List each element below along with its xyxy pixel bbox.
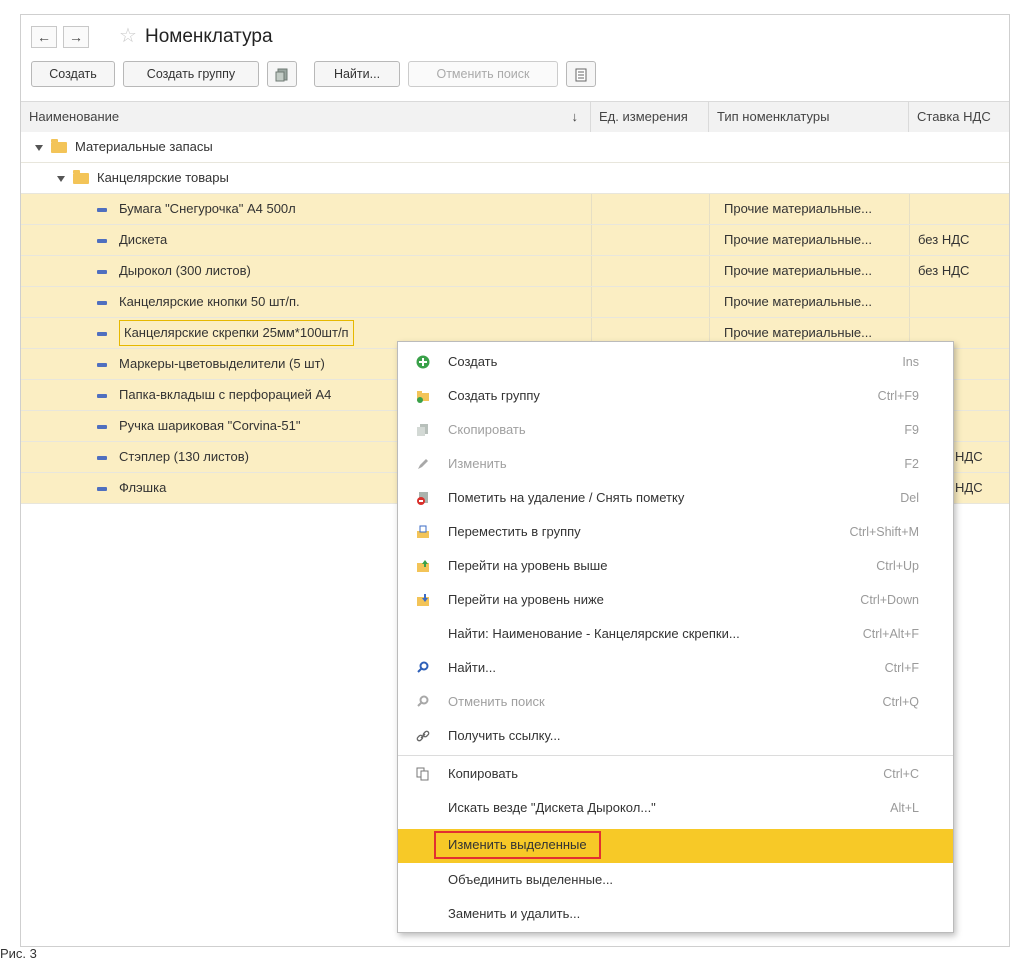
page-title: Номенклатура: [145, 26, 273, 47]
copy-doc-icon: [275, 68, 288, 82]
item-icon: [97, 331, 107, 336]
move-to-group-icon: [417, 525, 429, 538]
item-name: Канцелярские кнопки 50 шт/п.: [119, 294, 300, 309]
context-menu: Создать Ins Создать группу Ctrl+F9 Скопиро…: [397, 341, 954, 933]
pencil-icon: [418, 459, 428, 469]
item-icon: [97, 424, 107, 429]
menu-item-merge-selected[interactable]: Объединить выделенные...: [398, 863, 953, 897]
menu-item-level-up[interactable]: Перейти на уровень выше Ctrl+Up: [398, 549, 953, 583]
menu-item-replace-delete[interactable]: Заменить и удалить...: [398, 897, 953, 931]
plus-circle-icon: [416, 355, 430, 369]
expand-triangle-icon[interactable]: [57, 175, 65, 182]
menu-separator: [398, 755, 953, 756]
item-type: Прочие материальные...: [709, 225, 909, 255]
expand-triangle-icon[interactable]: [35, 144, 43, 151]
sort-down-icon: ↓: [571, 109, 579, 124]
find-button[interactable]: Найти...: [314, 61, 400, 87]
column-header-type[interactable]: Тип номенклатуры: [709, 102, 909, 132]
column-header-unit[interactable]: Ед. измерения: [591, 102, 709, 132]
more-button[interactable]: [566, 61, 596, 87]
item-vat: без НДС: [909, 225, 1009, 255]
item-name: Канцелярские скрепки 25мм*100шт/п: [119, 320, 354, 346]
item-vat: [909, 287, 1009, 317]
cancel-search-button[interactable]: Отменить поиск: [408, 61, 558, 87]
item-name: Дырокол (300 листов): [119, 263, 251, 278]
group-label: Канцелярские товары: [97, 170, 229, 185]
item-icon: [97, 455, 107, 460]
menu-item-edit-selected[interactable]: Изменить выделенные: [398, 829, 953, 863]
copy-doc-icon: [417, 424, 428, 436]
item-icon: [97, 238, 107, 243]
table-row[interactable]: Дискета Прочие материальные... без НДС: [21, 225, 1009, 256]
item-name: Дискета: [119, 232, 168, 247]
item-icon: [97, 393, 107, 398]
item-type: Прочие материальные...: [709, 194, 909, 224]
item-icon: [97, 486, 107, 491]
create-group-button[interactable]: Создать группу: [123, 61, 259, 87]
cancel-search-icon: [417, 695, 429, 707]
folder-icon: [73, 170, 89, 185]
menu-item-level-down[interactable]: Перейти на уровень ниже Ctrl+Down: [398, 583, 953, 617]
table-row[interactable]: Дырокол (300 листов) Прочие материальные…: [21, 256, 1009, 287]
figure-caption: Рис. 3: [0, 946, 37, 961]
item-name: Ручка шариковая "Corvina-51": [119, 418, 301, 433]
item-icon: [97, 362, 107, 367]
menu-item-find[interactable]: Найти... Ctrl+F: [398, 651, 953, 685]
menu-item-find-by-name[interactable]: Найти: Наименование - Канцелярские скреп…: [398, 617, 953, 651]
delete-mark-icon: [417, 492, 428, 505]
group-label: Материальные запасы: [75, 139, 213, 154]
create-group-icon: [417, 391, 429, 403]
group-row[interactable]: Материальные запасы: [21, 132, 1009, 163]
level-down-icon: [417, 594, 429, 606]
item-type: Прочие материальные...: [709, 256, 909, 286]
title-bar: ← → ☆ Номенклатура: [21, 15, 1009, 53]
item-name: Папка-вкладыш с перфорацией А4: [119, 387, 332, 402]
search-icon: [417, 661, 429, 673]
group-row[interactable]: Канцелярские товары: [21, 163, 1009, 194]
item-icon: [97, 269, 107, 274]
menu-item-search-everywhere[interactable]: Искать везде "Дискета Дырокол..." Alt+L: [398, 791, 953, 825]
column-name-label: Наименование: [29, 109, 120, 124]
menu-item-copy[interactable]: Скопировать F9: [398, 413, 953, 447]
edit-selected-label: Изменить выделенные: [434, 831, 601, 859]
menu-item-create-group[interactable]: Создать группу Ctrl+F9: [398, 379, 953, 413]
menu-item-get-link[interactable]: Получить ссылку...: [398, 719, 953, 753]
menu-item-mark-delete[interactable]: Пометить на удаление / Снять пометку Del: [398, 481, 953, 515]
table-row[interactable]: Бумага "Снегурочка" А4 500л Прочие матер…: [21, 194, 1009, 225]
item-name: Флэшка: [119, 480, 167, 495]
item-vat: [909, 194, 1009, 224]
menu-item-move-to-group[interactable]: Переместить в группу Ctrl+Shift+M: [398, 515, 953, 549]
column-header-vat[interactable]: Ставка НДС: [909, 102, 1009, 132]
clipboard-copy-icon: [416, 767, 429, 781]
folder-icon: [51, 139, 67, 154]
level-up-icon: [417, 560, 429, 572]
menu-item-cancel-search[interactable]: Отменить поиск Ctrl+Q: [398, 685, 953, 719]
create-button[interactable]: Создать: [31, 61, 115, 87]
forward-button[interactable]: →: [63, 26, 89, 48]
table-row[interactable]: Канцелярские кнопки 50 шт/п. Прочие мате…: [21, 287, 1009, 318]
item-icon: [97, 207, 107, 212]
menu-item-create[interactable]: Создать Ins: [398, 345, 953, 379]
copy-button[interactable]: [267, 61, 297, 87]
menu-item-clipboard-copy[interactable]: Копировать Ctrl+C: [398, 757, 953, 791]
menu-item-edit[interactable]: Изменить F2: [398, 447, 953, 481]
item-name: Бумага "Снегурочка" А4 500л: [119, 201, 296, 216]
favorite-star-icon[interactable]: ☆: [119, 25, 137, 47]
back-button[interactable]: ←: [31, 26, 57, 48]
column-header-name[interactable]: Наименование ↓: [21, 102, 591, 132]
table-header: Наименование ↓ Ед. измерения Тип номенкл…: [21, 101, 1009, 133]
item-vat: без НДС: [909, 256, 1009, 286]
item-type: Прочие материальные...: [709, 287, 909, 317]
item-name: Маркеры-цветовыделители (5 шт): [119, 356, 325, 371]
item-name: Стэплер (130 листов): [119, 449, 249, 464]
list-menu-icon: [575, 68, 587, 82]
link-icon: [416, 730, 430, 742]
item-icon: [97, 300, 107, 305]
